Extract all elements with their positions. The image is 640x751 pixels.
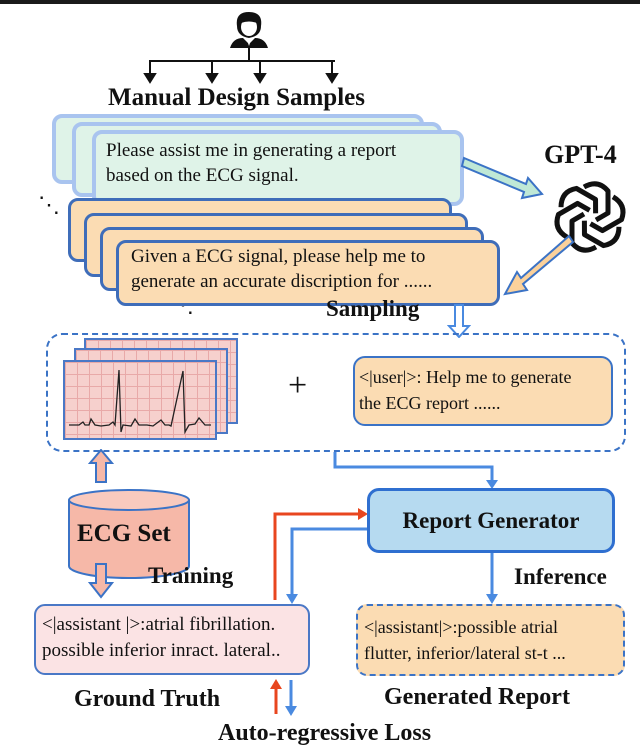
panel-to-generator-line	[333, 452, 494, 482]
report-generator-label: Report Generator	[402, 507, 580, 533]
report-generator-box: Report Generator	[367, 488, 615, 553]
generator-to-groundtruth-arrowhead	[286, 594, 298, 604]
inference-label: Inference	[514, 564, 607, 589]
generated-report-line2: flutter, inferior/lateral st-t ...	[364, 643, 566, 663]
ground-truth-label: Ground Truth	[74, 686, 221, 712]
loss-red-arrowhead	[270, 679, 282, 689]
loss-blue-arrowhead	[285, 706, 297, 716]
generated-report-box: <|assistant|>:possible atrial flutter, i…	[356, 604, 625, 676]
auto-regressive-loss-label: Auto-regressive Loss	[218, 720, 432, 746]
ground-truth-box: <|assistant |>:atrial fibrillation. poss…	[34, 604, 310, 675]
training-red-line	[273, 512, 362, 600]
ground-truth-line1: <|assistant |>:atrial fibrillation.	[42, 614, 276, 635]
ground-truth-line2: possible inferior inract. lateral..	[42, 640, 281, 661]
generator-to-groundtruth-line	[290, 527, 367, 596]
generated-report-label: Generated Report	[384, 684, 570, 710]
generated-report-line1: <|assistant|>:possible atrial	[364, 617, 558, 637]
inference-arrowhead	[486, 594, 498, 604]
